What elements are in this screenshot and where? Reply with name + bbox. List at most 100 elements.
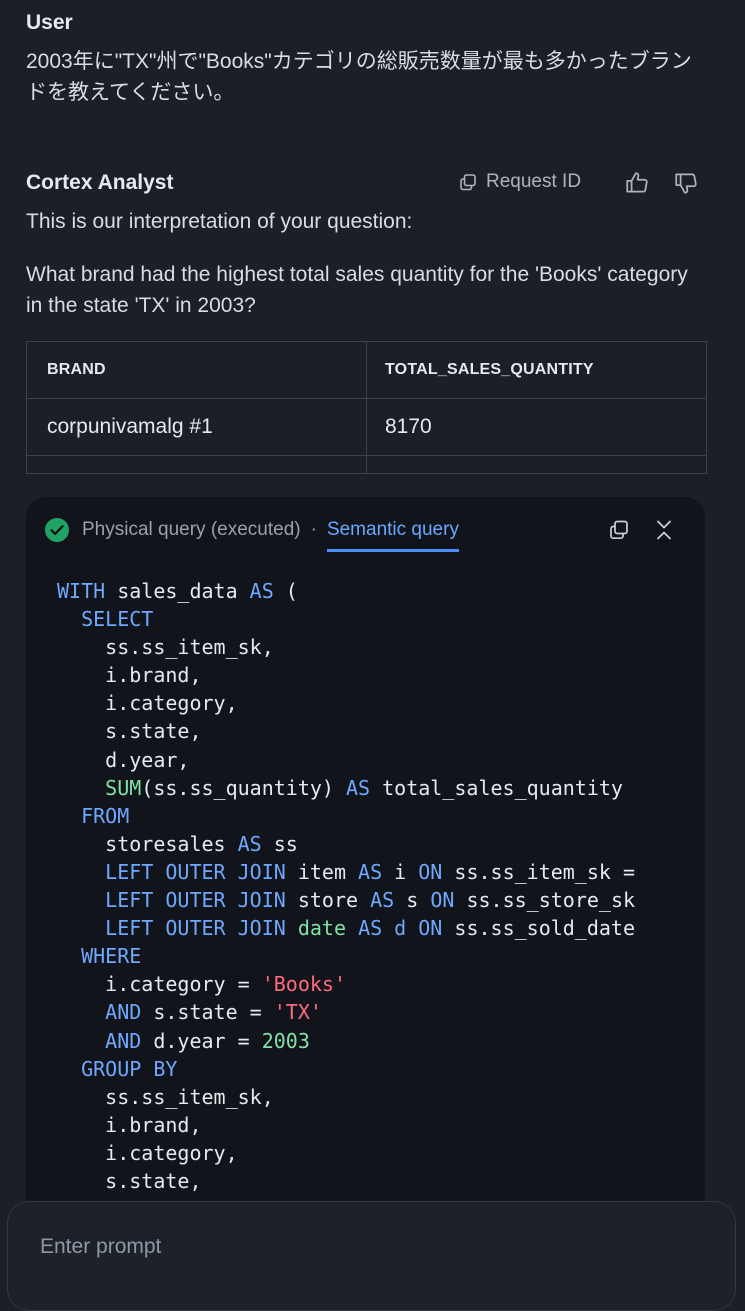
- query-tabs: Physical query (executed) · Semantic que…: [44, 517, 459, 553]
- code-token: d.year,: [57, 747, 190, 772]
- thumbs-up-icon[interactable]: [624, 170, 650, 196]
- code-token: ss.ss_item_sk,: [57, 635, 274, 660]
- prompt-box: [7, 1201, 736, 1311]
- tab-physical-query[interactable]: Physical query (executed): [82, 517, 301, 543]
- table-header-row: BRAND TOTAL_SALES_QUANTITY: [27, 342, 706, 399]
- collapse-icon[interactable]: [654, 519, 674, 541]
- code-line: LEFT OUTER JOIN item AS i ON ss.ss_item_…: [57, 858, 697, 886]
- copy-icon[interactable]: [608, 519, 630, 541]
- code-line: LEFT OUTER JOIN date AS d ON ss.ss_sold_…: [57, 914, 697, 942]
- query-card: Physical query (executed) · Semantic que…: [26, 497, 705, 1297]
- column-header-brand[interactable]: BRAND: [27, 342, 367, 398]
- interpreted-question: What brand had the highest total sales q…: [26, 263, 688, 317]
- code-token: GROUP BY: [81, 1056, 178, 1081]
- prompt-input[interactable]: [40, 1235, 640, 1259]
- code-token: AS: [346, 775, 371, 800]
- code-token: ON: [418, 859, 443, 884]
- code-token: AS d ON: [358, 916, 443, 941]
- code-token: WITH: [57, 579, 106, 603]
- code-line: i.brand,: [57, 661, 697, 689]
- code-line: SUM(ss.ss_quantity) AS total_sales_quant…: [57, 774, 697, 802]
- result-table: BRAND TOTAL_SALES_QUANTITY corpunivamalg…: [26, 341, 707, 474]
- code-token: AS: [249, 579, 274, 603]
- interpretation-intro: This is our interpretation of your quest…: [26, 210, 413, 233]
- code-token: (: [273, 579, 298, 603]
- code-token: LEFT OUTER JOIN: [105, 859, 286, 884]
- code-line: s.state,: [57, 1167, 697, 1195]
- code-line: AND d.year = 2003: [57, 1027, 697, 1055]
- code-token: FROM: [81, 803, 130, 828]
- code-token: AS: [358, 859, 383, 884]
- code-token: i.category,: [57, 1140, 238, 1165]
- table-row: corpunivamalg #1 8170: [27, 399, 706, 456]
- analyst-header: Cortex Analyst Request ID: [26, 170, 706, 198]
- code-token: s.state =: [141, 1000, 274, 1025]
- code-line: GROUP BY: [57, 1055, 697, 1083]
- code-token: storesales: [57, 831, 238, 856]
- code-token: AS: [237, 831, 262, 856]
- cell-empty: [367, 456, 706, 473]
- code-token: AND: [105, 1028, 142, 1053]
- code-token: (ss.ss_quantity): [141, 775, 346, 800]
- code-token: ss.ss_item_sk =: [442, 859, 636, 884]
- code-line: ss.ss_item_sk,: [57, 633, 697, 661]
- thumbs-down-icon[interactable]: [673, 170, 699, 196]
- code-token: i.category =: [57, 972, 262, 997]
- code-line: SELECT: [57, 605, 697, 633]
- code-line: i.category,: [57, 689, 697, 717]
- code-token: i.category,: [57, 691, 238, 716]
- user-message: 2003年に"TX"州で"Books"カテゴリの総販売数量が最も多かったブランド…: [26, 50, 692, 104]
- code-token: AND: [105, 1000, 142, 1025]
- code-token: sales_data: [105, 579, 250, 603]
- tab-semantic-query[interactable]: Semantic query: [326, 517, 459, 552]
- code-token: d.year =: [141, 1028, 262, 1053]
- code-line: WHERE: [57, 942, 697, 970]
- code-token: SELECT: [81, 607, 154, 632]
- code-token: i.brand,: [57, 663, 202, 688]
- code-token: SUM: [105, 775, 142, 800]
- code-line: WITH sales_data AS (: [57, 577, 697, 605]
- request-id-label: Request ID: [486, 171, 582, 192]
- code-token: i.brand,: [57, 1112, 202, 1137]
- request-id-button[interactable]: Request ID: [458, 171, 581, 193]
- code-line: i.category = 'Books': [57, 970, 697, 998]
- code-token: s.state,: [57, 719, 202, 744]
- code-token: ss: [261, 831, 298, 856]
- code-line: LEFT OUTER JOIN store AS s ON ss.ss_stor…: [57, 886, 697, 914]
- code-line: storesales AS ss: [57, 830, 697, 858]
- code-line: AND s.state = 'TX': [57, 998, 697, 1026]
- code-token: LEFT OUTER JOIN: [105, 888, 286, 913]
- code-token: 2003: [261, 1028, 310, 1053]
- code-token: LEFT OUTER JOIN: [105, 916, 286, 941]
- column-header-total-sales-quantity[interactable]: TOTAL_SALES_QUANTITY: [367, 342, 706, 398]
- analyst-name: Cortex Analyst: [26, 171, 174, 194]
- code-line: ss.ss_item_sk,: [57, 1083, 697, 1111]
- table-row-partial: [27, 456, 706, 473]
- check-circle-icon: [45, 518, 69, 542]
- code-token: store: [285, 888, 371, 913]
- user-label: User: [26, 11, 73, 34]
- code-line: s.state,: [57, 717, 697, 745]
- code-token: 'Books': [261, 972, 346, 997]
- code-line: i.category,: [57, 1139, 697, 1167]
- code-token: ss.ss_item_sk,: [57, 1084, 274, 1109]
- sql-code-block: WITH sales_data AS ( SELECT ss.ss_item_s…: [57, 577, 697, 1195]
- code-token: WHERE: [81, 944, 142, 969]
- code-token: item: [285, 859, 359, 884]
- code-token: ss.ss_sold_date: [442, 916, 636, 941]
- code-token: date: [297, 916, 347, 941]
- copy-icon: [460, 174, 476, 191]
- code-token: s: [394, 888, 431, 913]
- code-line: FROM: [57, 802, 697, 830]
